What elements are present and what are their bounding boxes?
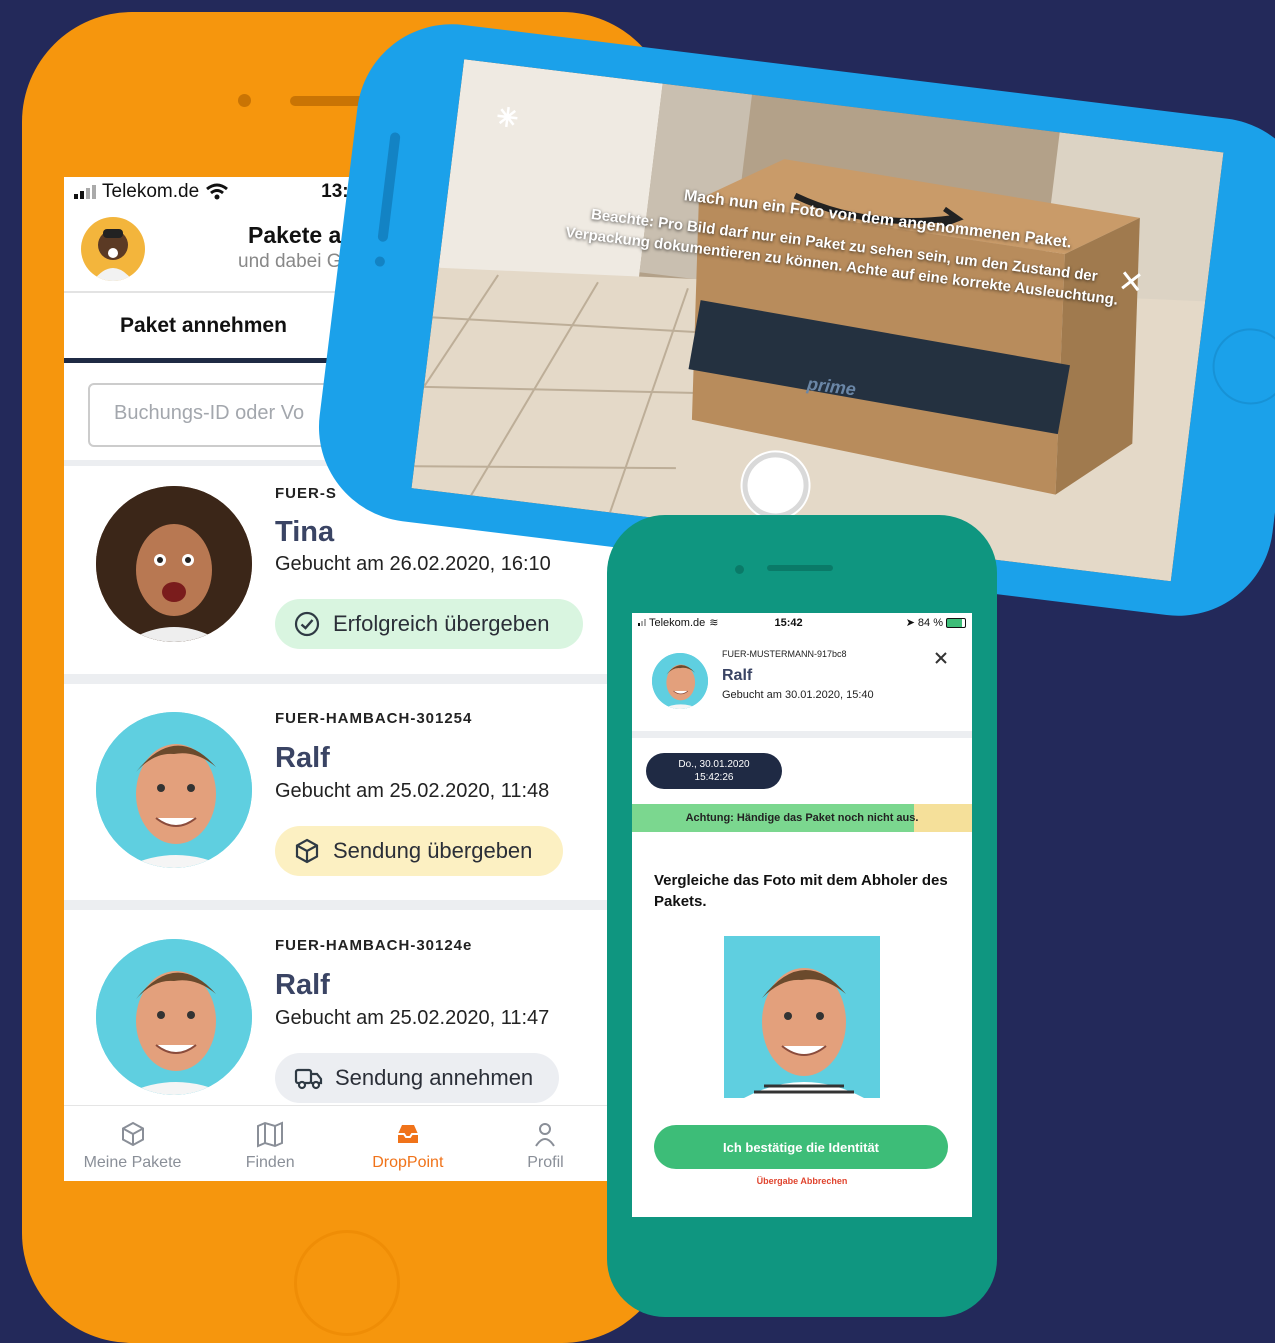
wifi-icon (206, 183, 229, 200)
booking-id: FUER-MUSTERMANN-917bc8 (722, 649, 847, 659)
close-icon[interactable] (932, 649, 950, 667)
home-button[interactable] (1208, 324, 1275, 409)
avatar (96, 486, 252, 642)
identity-check-screen: Telekom.de ≋ 15:42 ➤ 84 % FUER-MUSTERMAN… (632, 613, 972, 1217)
customer-name: Ralf (275, 969, 330, 1001)
nav-droppoint[interactable]: DropPoint (339, 1120, 476, 1172)
timestamp-badge: Do., 30.01.2020 15:42:26 (646, 753, 782, 789)
nav-label: Meine Pakete (83, 1154, 182, 1171)
divider (64, 674, 614, 684)
page-subtitle: und dabei Ge (238, 251, 353, 272)
nav-label: DropPoint (372, 1154, 444, 1171)
home-button[interactable] (294, 1230, 400, 1336)
nav-profil[interactable]: Profil (477, 1120, 614, 1172)
package-icon (121, 1121, 144, 1147)
status-label: Sendung annehmen (335, 1065, 534, 1090)
customer-name: Ralf (722, 667, 753, 684)
earpiece-speaker (377, 131, 401, 243)
check-circle-icon (294, 611, 320, 637)
status-time: 15:42 (774, 616, 803, 629)
front-camera (374, 255, 386, 268)
status-bar: Telekom.de ≋ 15:42 ➤ 84 % (638, 616, 966, 629)
inbox-icon (397, 1125, 418, 1143)
warning-text: Achtung: Händige das Paket noch nicht au… (685, 812, 919, 824)
profile-avatar[interactable] (81, 217, 145, 281)
booking-id: FUER-HAMBACH-30124e (275, 937, 473, 954)
nav-label: Finden (245, 1154, 295, 1171)
signal-icon (74, 185, 96, 199)
status-label: Sendung übergeben (333, 838, 533, 863)
bottom-navigation: Meine Pakete Finden DropPoint Profil (64, 1105, 614, 1181)
booking-id: FUER-HAMBACH-301254 (275, 710, 473, 727)
camera-viewfinder: Mach nun ein Foto von dem angenommenen P… (411, 59, 1224, 582)
flash-icon[interactable] (494, 104, 521, 131)
carrier-name: Telekom.de (102, 181, 200, 202)
nav-label: Profil (527, 1154, 564, 1171)
booking-date: Gebucht am 25.02.2020, 11:47 (275, 1007, 550, 1029)
camera-scene (411, 59, 1224, 582)
status-label: Erfolgreich übergeben (333, 611, 550, 636)
status-pill-handed-over[interactable]: Sendung übergeben (275, 826, 563, 876)
cancel-handover-link[interactable]: Übergabe Abbrechen (632, 1176, 972, 1186)
booking-card[interactable]: FUER-HAMBACH-301254 Ralf Gebucht am 25.0… (64, 692, 614, 902)
location-icon: ➤ (905, 617, 915, 629)
booking-date: Gebucht am 26.02.2020, 16:10 (275, 553, 551, 575)
signal-icon (638, 619, 646, 626)
map-icon (257, 1121, 284, 1148)
confirm-identity-button[interactable]: Ich bestätige die Identität (654, 1125, 948, 1169)
customer-name: Tina (275, 516, 335, 548)
divider (64, 900, 614, 910)
timestamp-time: 15:42:26 (694, 772, 734, 783)
booking-date: Gebucht am 30.01.2020, 15:40 (722, 689, 874, 701)
avatar (96, 712, 252, 868)
search-placeholder: Buchungs-ID oder Vo (114, 402, 305, 424)
package-icon (295, 838, 319, 864)
status-pill-success[interactable]: Erfolgreich übergeben (275, 599, 583, 649)
front-camera (735, 565, 744, 574)
battery-level: 84 % (917, 616, 943, 629)
booking-card[interactable]: FUER-HAMBACH-30124e Ralf Gebucht am 25.0… (64, 919, 614, 1109)
compare-instruction: Vergleiche das Foto mit dem Abholer des … (654, 872, 948, 910)
divider (632, 731, 972, 738)
avatar (96, 939, 252, 1095)
close-icon[interactable] (1119, 269, 1144, 294)
status-pill-accept[interactable]: Sendung annehmen (275, 1053, 559, 1103)
warning-banner: Achtung: Händige das Paket noch nicht au… (632, 804, 972, 832)
booking-id: FUER-S (275, 485, 337, 502)
front-camera (238, 94, 251, 107)
tab-active-indicator (64, 358, 364, 363)
user-icon (535, 1123, 556, 1147)
timestamp-date: Do., 30.01.2020 (678, 759, 750, 770)
customer-photo (724, 936, 880, 1098)
wifi-icon: ≋ (709, 617, 719, 629)
page-title: Pakete an (248, 222, 356, 248)
avatar (652, 653, 708, 709)
status-bar: Telekom.de 13:1 (74, 181, 359, 203)
battery-icon (946, 617, 966, 628)
customer-name: Ralf (275, 742, 330, 774)
truck-icon (294, 1068, 323, 1090)
tab-paket-annehmen[interactable]: Paket annehmen (120, 314, 287, 338)
nav-finden[interactable]: Finden (202, 1120, 339, 1172)
carrier-name: Telekom.de (649, 616, 706, 629)
earpiece-speaker (767, 565, 833, 571)
booking-date: Gebucht am 25.02.2020, 11:48 (275, 780, 550, 802)
nav-meine-pakete[interactable]: Meine Pakete (64, 1120, 201, 1172)
